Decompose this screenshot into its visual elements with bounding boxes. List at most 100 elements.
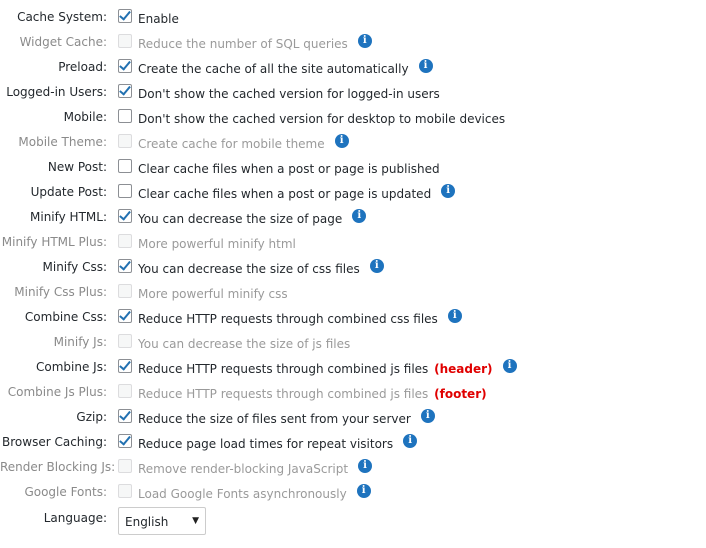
setting-row-google-fonts: Google Fonts: Load Google Fonts asynchron… [0,480,706,505]
language-label: Language: [43,511,107,525]
setting-description: Reduce the size of files sent from your … [138,409,435,427]
combine-js-checkbox[interactable] [118,359,132,373]
setting-description: You can decrease the size of css files i [138,259,384,277]
setting-row-browser-caching: Browser Caching: Reduce page load times f… [0,430,706,455]
setting-row-minify-css-plus: Minify Css Plus: More powerful minify css [0,280,706,305]
setting-description-text: Load Google Fonts asynchronously [138,487,347,501]
setting-description-text: Create the cache of all the site automat… [138,62,409,76]
setting-extra-note: (footer) [434,387,487,401]
cache-system-checkbox[interactable] [118,9,132,23]
setting-description-text: You can decrease the size of css files [138,262,360,276]
language-row: Language: English ▼ [0,505,706,537]
setting-description-text: More powerful minify html [138,237,296,251]
widget-cache-checkbox [118,34,132,48]
setting-row-update-post: Update Post: Clear cache files when a pos… [0,180,706,205]
setting-extra-note: (header) [434,362,493,376]
setting-label: Minify HTML Plus: [1,235,107,249]
setting-row-gzip: Gzip: Reduce the size of files sent from … [0,405,706,430]
chevron-down-icon: ▼ [192,516,199,526]
info-icon[interactable]: i [502,359,517,373]
setting-label: Google Fonts: [24,485,107,499]
setting-label: Browser Caching: [2,435,107,449]
setting-label: Minify Css Plus: [14,285,107,299]
setting-description-text: Don't show the cached version for logged… [138,87,440,101]
info-icon[interactable]: i [357,34,372,48]
setting-label: Mobile: [63,110,107,124]
minify-css-checkbox[interactable] [118,259,132,273]
info-icon[interactable]: i [403,434,418,448]
preload-checkbox[interactable] [118,59,132,73]
new-post-checkbox[interactable] [118,159,132,173]
info-icon[interactable]: i [358,459,373,473]
setting-label: Minify Js: [53,335,107,349]
info-icon[interactable]: i [334,134,349,148]
setting-description: Reduce HTTP requests through combined js… [138,359,517,377]
gzip-checkbox[interactable] [118,409,132,423]
logged-in-users-checkbox[interactable] [118,84,132,98]
setting-label: Preload: [58,60,107,74]
setting-row-minify-html: Minify HTML: You can decrease the size of… [0,205,706,230]
setting-label: Minify Css: [42,260,107,274]
setting-description: Create the cache of all the site automat… [138,59,433,77]
setting-label: Mobile Theme: [18,135,107,149]
setting-description: More powerful minify css [138,287,288,302]
minify-css-plus-checkbox [118,284,132,298]
setting-description: Reduce the number of SQL queries i [138,34,372,52]
setting-description-text: You can decrease the size of page [138,212,343,226]
setting-label: Update Post: [30,185,107,199]
info-icon[interactable]: i [356,484,371,498]
setting-description-text: Reduce HTTP requests through combined cs… [138,312,438,326]
setting-description-text: Clear cache files when a post or page is… [138,162,440,176]
info-icon[interactable]: i [441,184,456,198]
combine-css-checkbox[interactable] [118,309,132,323]
info-icon[interactable]: i [420,409,435,423]
language-select-value: English [125,515,169,529]
setting-label: Combine Js: [36,360,107,374]
browser-caching-checkbox[interactable] [118,434,132,448]
setting-description-text: Remove render-blocking JavaScript [138,462,349,476]
setting-description-text: Create cache for mobile theme [138,137,325,151]
setting-description-text: Reduce the number of SQL queries [138,37,348,51]
setting-description-text: You can decrease the size of js files [138,337,351,351]
setting-description-text: Clear cache files when a post or page is… [138,187,432,201]
setting-row-combine-css: Combine Css: Reduce HTTP requests through… [0,305,706,330]
setting-description: Reduce HTTP requests through combined cs… [138,309,462,327]
minify-html-checkbox[interactable] [118,209,132,223]
info-icon[interactable]: i [352,209,367,223]
setting-label: Cache System: [17,10,107,24]
combine-js-plus-checkbox [118,384,132,398]
setting-row-render-blocking-js: Render Blocking Js: Remove render-blockin… [0,455,706,480]
minify-js-checkbox [118,334,132,348]
setting-row-logged-in-users: Logged-in Users: Don't show the cached ve… [0,80,706,105]
language-select[interactable]: English ▼ [118,507,206,535]
setting-row-widget-cache: Widget Cache: Reduce the number of SQL qu… [0,30,706,55]
setting-description: More powerful minify html [138,237,296,252]
mobile-theme-checkbox [118,134,132,148]
info-icon[interactable]: i [418,59,433,73]
minify-html-plus-checkbox [118,234,132,248]
mobile-checkbox[interactable] [118,109,132,123]
setting-description: Clear cache files when a post or page is… [138,184,456,202]
google-fonts-checkbox [118,484,132,498]
setting-description: Load Google Fonts asynchronously i [138,484,371,502]
setting-row-mobile-theme: Mobile Theme: Create cache for mobile the… [0,130,706,155]
setting-description-text: Reduce page load times for repeat visito… [138,437,394,451]
info-icon[interactable]: i [447,309,462,323]
setting-row-combine-js-plus: Combine Js Plus: Reduce HTTP requests thr… [0,380,706,405]
setting-description: Reduce HTTP requests through combined js… [138,387,487,402]
setting-label: Minify HTML: [30,210,107,224]
setting-row-mobile: Mobile: Don't show the cached version for… [0,105,706,130]
info-icon[interactable]: i [369,259,384,273]
setting-description: Don't show the cached version for deskto… [138,112,505,127]
render-blocking-js-checkbox [118,459,132,473]
setting-description: You can decrease the size of js files [138,337,350,352]
setting-row-minify-html-plus: Minify HTML Plus: More powerful minify ht… [0,230,706,255]
setting-label: Widget Cache: [19,35,107,49]
setting-row-cache-system: Cache System: Enable [0,5,706,30]
setting-description-text: Reduce the size of files sent from your … [138,412,411,426]
setting-description: Don't show the cached version for logged… [138,87,440,102]
setting-row-combine-js: Combine Js: Reduce HTTP requests through … [0,355,706,380]
setting-row-minify-js: Minify Js: You can decrease the size of j… [0,330,706,355]
setting-label: Combine Css: [24,310,107,324]
update-post-checkbox[interactable] [118,184,132,198]
